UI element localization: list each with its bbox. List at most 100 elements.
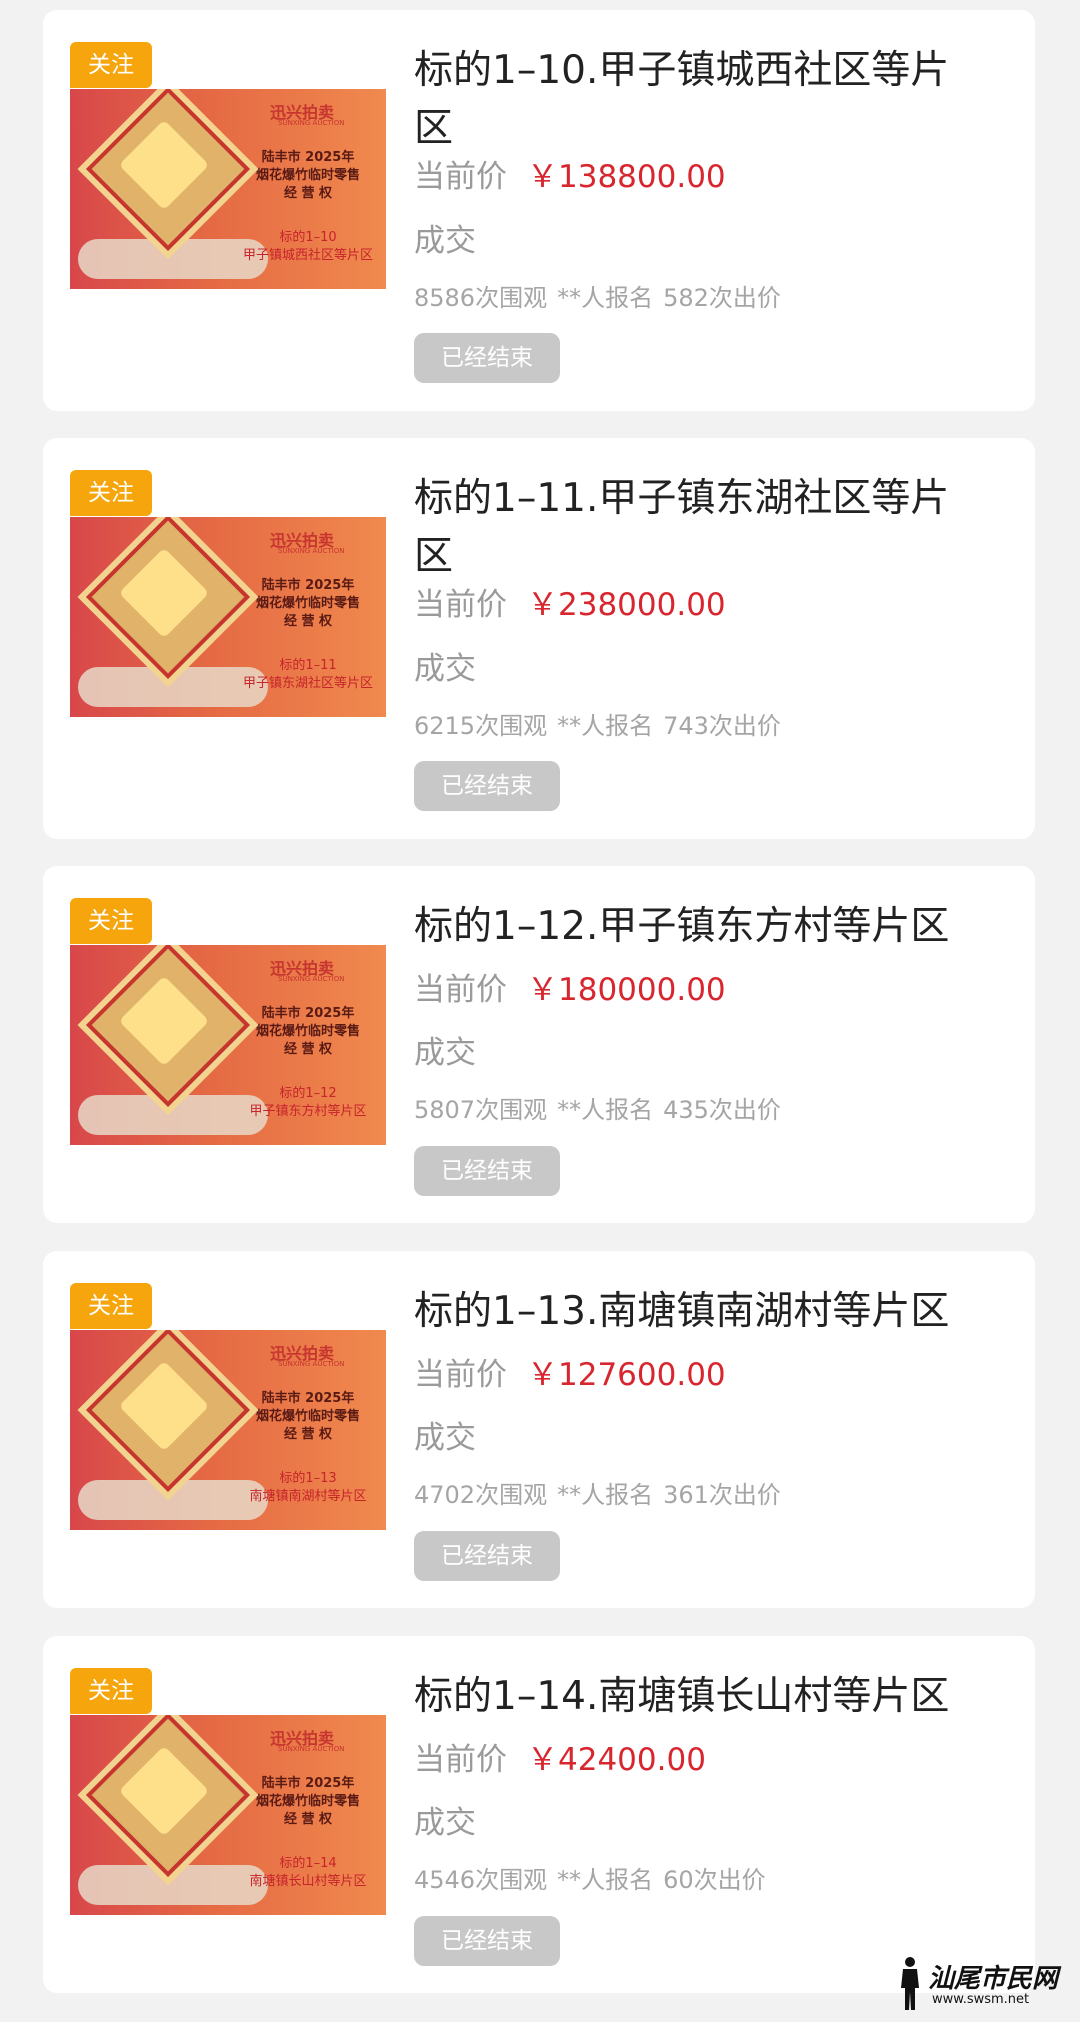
price-value: ￥42400.00 (527, 1742, 706, 1778)
poster-text: 经 营 权 (283, 614, 333, 629)
poster-area: 南塘镇南湖村等片区 (249, 1489, 367, 1504)
auction-card[interactable]: 关注 迅兴拍卖 SUNXING AUCTION 陆丰市 2025年 烟花爆竹临时… (43, 438, 1035, 839)
lot-thumbnail[interactable]: 关注 迅兴拍卖 SUNXING AUCTION 陆丰市 2025年 烟花爆竹临时… (70, 42, 386, 289)
lot-thumbnail[interactable]: 关注 迅兴拍卖 SUNXING AUCTION 陆丰市 2025年 烟花爆竹临时… (70, 898, 386, 1145)
poster-logo-sub: SUNXING AUCTION (278, 119, 345, 127)
follow-button[interactable]: 关注 (70, 898, 152, 944)
status-text: 成交 (414, 1805, 476, 1841)
price-label: 当前价 (414, 1742, 507, 1778)
ended-button[interactable]: 已经结束 (414, 761, 560, 811)
lot-poster-image: 迅兴拍卖 SUNXING AUCTION 陆丰市 2025年 烟花爆竹临时零售 … (70, 1330, 386, 1530)
ended-button[interactable]: 已经结束 (414, 1146, 560, 1196)
views-count: 8586次围观 (414, 284, 548, 312)
poster-text: 经 营 权 (283, 1042, 333, 1057)
poster-text: 经 营 权 (283, 1427, 333, 1442)
poster-text: 陆丰市 2025年 (261, 578, 355, 593)
price-label: 当前价 (414, 159, 507, 195)
poster-logo-sub: SUNXING AUCTION (278, 1745, 345, 1753)
poster-text: 烟花爆竹临时零售 (255, 1024, 360, 1039)
lot-title[interactable]: 标的1–12.甲子镇东方村等片区 (414, 898, 974, 956)
auction-card[interactable]: 关注 迅兴拍卖 SUNXING AUCTION 陆丰市 2025年 烟花爆竹临时… (43, 1636, 1035, 1993)
lot-poster-image: 迅兴拍卖 SUNXING AUCTION 陆丰市 2025年 烟花爆竹临时零售 … (70, 89, 386, 289)
status-text: 成交 (414, 223, 476, 259)
lot-poster-image: 迅兴拍卖 SUNXING AUCTION 陆丰市 2025年 烟花爆竹临时零售 … (70, 1715, 386, 1915)
ended-button[interactable]: 已经结束 (414, 1531, 560, 1581)
registrants-count: **人报名 (557, 1866, 654, 1894)
stats-row: 6215次围观 **人报名 743次出价 (414, 711, 791, 741)
registrants-count: **人报名 (557, 712, 654, 740)
poster-text: 经 营 权 (283, 1812, 333, 1827)
lot-thumbnail[interactable]: 关注 迅兴拍卖 SUNXING AUCTION 陆丰市 2025年 烟花爆竹临时… (70, 1283, 386, 1530)
lot-title[interactable]: 标的1–13.南塘镇南湖村等片区 (414, 1283, 974, 1341)
stats-row: 5807次围观 **人报名 435次出价 (414, 1095, 791, 1125)
lot-title[interactable]: 标的1–14.南塘镇长山村等片区 (414, 1668, 974, 1726)
price-value: ￥138800.00 (527, 159, 726, 195)
poster-lot: 标的1–10 (279, 230, 337, 245)
price-row: 当前价 ￥127600.00 (414, 1355, 726, 1395)
lot-poster-image: 迅兴拍卖 SUNXING AUCTION 陆丰市 2025年 烟花爆竹临时零售 … (70, 517, 386, 717)
poster-logo-sub: SUNXING AUCTION (278, 1360, 345, 1368)
price-row: 当前价 ￥238000.00 (414, 585, 726, 625)
price-value: ￥127600.00 (527, 1357, 726, 1393)
stats-row: 8586次围观 **人报名 582次出价 (414, 283, 791, 313)
views-count: 5807次围观 (414, 1096, 548, 1124)
price-label: 当前价 (414, 587, 507, 623)
poster-area: 南塘镇长山村等片区 (249, 1874, 367, 1889)
status-text: 成交 (414, 1035, 476, 1071)
price-row: 当前价 ￥138800.00 (414, 157, 726, 197)
watermark-url: www.swsm.net (932, 1992, 1030, 2007)
views-count: 4702次围观 (414, 1481, 548, 1509)
bids-count: 361次出价 (663, 1481, 781, 1509)
price-row: 当前价 ￥180000.00 (414, 970, 726, 1010)
poster-lot: 标的1–14 (279, 1856, 337, 1871)
views-count: 6215次围观 (414, 712, 548, 740)
watermark-text: 汕尾市民网 (928, 1964, 1059, 1994)
poster-text: 烟花爆竹临时零售 (255, 1794, 360, 1809)
stats-row: 4702次围观 **人报名 361次出价 (414, 1480, 791, 1510)
status-text: 成交 (414, 651, 476, 687)
poster-text: 烟花爆竹临时零售 (255, 596, 360, 611)
poster-text: 陆丰市 2025年 (261, 150, 355, 165)
poster-area: 甲子镇东湖社区等片区 (242, 676, 373, 691)
person-silhouette-icon (901, 1957, 919, 2010)
lot-thumbnail[interactable]: 关注 迅兴拍卖 SUNXING AUCTION 陆丰市 2025年 烟花爆竹临时… (70, 470, 386, 717)
poster-text: 陆丰市 2025年 (261, 1391, 355, 1406)
follow-button[interactable]: 关注 (70, 470, 152, 516)
poster-area: 甲子镇东方村等片区 (249, 1104, 367, 1119)
poster-lot: 标的1–11 (279, 658, 337, 673)
lot-thumbnail[interactable]: 关注 迅兴拍卖 SUNXING AUCTION 陆丰市 2025年 烟花爆竹临时… (70, 1668, 386, 1915)
lot-title[interactable]: 标的1–11.甲子镇东湖社区等片区 (414, 470, 974, 586)
price-label: 当前价 (414, 1357, 507, 1393)
poster-area: 甲子镇城西社区等片区 (242, 248, 373, 263)
bids-count: 582次出价 (663, 284, 781, 312)
bids-count: 60次出价 (663, 1866, 766, 1894)
follow-button[interactable]: 关注 (70, 1283, 152, 1329)
site-watermark: 汕尾市民网 www.swsm.net (898, 1954, 1068, 2014)
price-value: ￥180000.00 (527, 972, 726, 1008)
follow-button[interactable]: 关注 (70, 42, 152, 88)
ended-button[interactable]: 已经结束 (414, 1916, 560, 1966)
poster-logo-sub: SUNXING AUCTION (278, 975, 345, 983)
poster-text: 烟花爆竹临时零售 (255, 168, 360, 183)
poster-text: 烟花爆竹临时零售 (255, 1409, 360, 1424)
stats-row: 4546次围观 **人报名 60次出价 (414, 1865, 776, 1895)
poster-text: 陆丰市 2025年 (261, 1006, 355, 1021)
lot-title[interactable]: 标的1–10.甲子镇城西社区等片区 (414, 42, 974, 158)
bids-count: 435次出价 (663, 1096, 781, 1124)
poster-text: 经 营 权 (283, 186, 333, 201)
follow-button[interactable]: 关注 (70, 1668, 152, 1714)
poster-logo-sub: SUNXING AUCTION (278, 547, 345, 555)
views-count: 4546次围观 (414, 1866, 548, 1894)
registrants-count: **人报名 (557, 1096, 654, 1124)
status-text: 成交 (414, 1420, 476, 1456)
poster-text: 陆丰市 2025年 (261, 1776, 355, 1791)
auction-card[interactable]: 关注 迅兴拍卖 SUNXING AUCTION 陆丰市 2025年 烟花爆竹临时… (43, 10, 1035, 411)
poster-lot: 标的1–13 (279, 1471, 337, 1486)
auction-card[interactable]: 关注 迅兴拍卖 SUNXING AUCTION 陆丰市 2025年 烟花爆竹临时… (43, 866, 1035, 1223)
poster-lot: 标的1–12 (279, 1086, 337, 1101)
auction-card[interactable]: 关注 迅兴拍卖 SUNXING AUCTION 陆丰市 2025年 烟花爆竹临时… (43, 1251, 1035, 1608)
registrants-count: **人报名 (557, 1481, 654, 1509)
ended-button[interactable]: 已经结束 (414, 333, 560, 383)
price-row: 当前价 ￥42400.00 (414, 1740, 706, 1780)
lot-poster-image: 迅兴拍卖 SUNXING AUCTION 陆丰市 2025年 烟花爆竹临时零售 … (70, 945, 386, 1145)
